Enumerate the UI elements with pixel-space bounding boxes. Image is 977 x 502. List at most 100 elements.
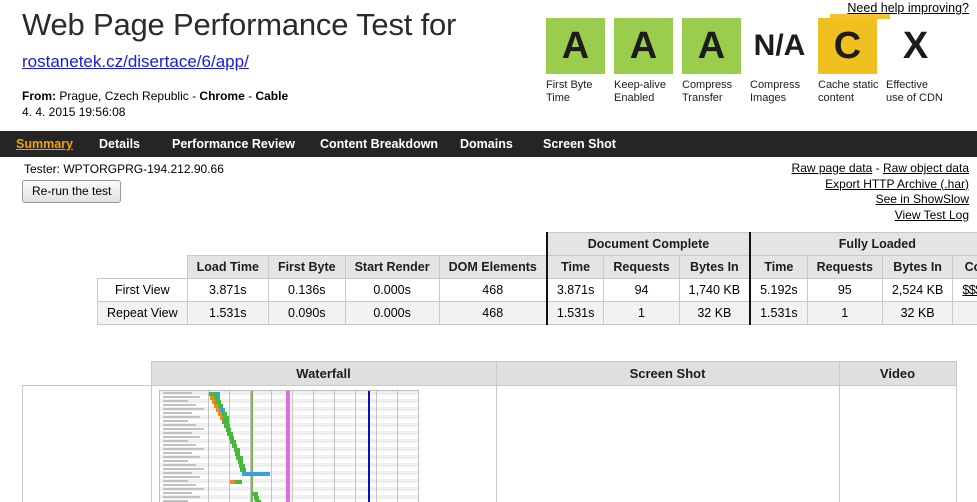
waterfall-gridline — [228, 391, 230, 502]
nav-tab-details[interactable]: Details — [99, 137, 140, 151]
table-row-repeat-view: Repeat View 1.531s 0.090s 0.000s 468 1.5… — [97, 301, 977, 325]
rerun-test-button[interactable]: Re-run the test — [22, 180, 122, 203]
from-prefix: From: — [22, 89, 60, 103]
group-blank-sr — [345, 233, 439, 256]
cell-rv-dc-bytes-in: 32 KB — [678, 301, 752, 325]
media-header-waterfall: Waterfall — [150, 361, 497, 386]
grade-badge-4[interactable]: C Cache static content — [818, 18, 886, 105]
waterfall-request-label-mark — [162, 456, 200, 458]
waterfall-request-label-mark — [162, 440, 188, 442]
column-header-dc-bytes-in: Bytes In — [678, 255, 752, 279]
waterfall-request-label-mark — [162, 492, 192, 494]
raw-object-data-link[interactable]: Raw object data — [883, 161, 969, 175]
waterfall-request-label-mark — [162, 424, 196, 426]
waterfall-gridline — [270, 391, 272, 502]
waterfall-request-label-mark — [162, 444, 196, 446]
cell-fv-dc-bytes-in: 1,740 KB — [678, 278, 752, 302]
waterfall-request-label-mark — [162, 472, 192, 474]
waterfall-thumbnail[interactable] — [158, 390, 419, 502]
group-blank-fb — [268, 233, 345, 256]
waterfall-request-label-mark — [162, 448, 204, 450]
raw-page-data-link[interactable]: Raw page data — [792, 161, 873, 175]
grade-letter-2: A — [682, 18, 741, 74]
waterfall-gridline — [312, 391, 314, 502]
cell-rv-cost — [952, 301, 977, 325]
media-cell-video[interactable] — [838, 385, 957, 502]
cell-rv-load-time: 1.531s — [186, 301, 269, 325]
cell-fv-dc-requests: 94 — [603, 278, 680, 302]
from-browser: Chrome — [199, 89, 245, 103]
waterfall-request-label-mark — [162, 488, 204, 490]
waterfall-event-marker-0 — [250, 391, 253, 502]
grade-badge-2[interactable]: A Compress Transfer — [682, 18, 750, 105]
cell-rv-fl-requests: 1 — [806, 301, 883, 325]
waterfall-gridline — [418, 391, 419, 502]
grade-badge-5[interactable]: X Effective use of CDN — [886, 18, 954, 105]
group-header-document-complete: Document Complete — [545, 232, 752, 256]
grade-label-2: Compress Transfer — [682, 79, 733, 104]
grade-letter-3: N/A — [753, 29, 806, 62]
column-header-cost: Cost — [952, 255, 977, 279]
cell-rv-dc-time: 1.531s — [545, 301, 605, 325]
from-separator-1: - — [188, 89, 200, 103]
grade-letter-1: A — [614, 18, 673, 74]
nav-tab-domains[interactable]: Domains — [460, 137, 513, 151]
nav-tab-performance-review[interactable]: Performance Review — [172, 137, 295, 151]
media-table-wrapper: Waterfall Screen Shot Video — [22, 361, 957, 502]
cell-rv-start-render: 0.000s — [344, 301, 440, 325]
nav-tab-summary[interactable]: Summary — [16, 137, 73, 151]
waterfall-request-label-mark — [162, 452, 192, 454]
column-header-start-render: Start Render — [344, 255, 440, 279]
cost-link[interactable]: $$$$$ — [962, 283, 977, 297]
grade-letter-5: X — [902, 25, 929, 67]
waterfall-request-label-mark — [162, 396, 200, 398]
table-row-first-view: First View 3.871s 0.136s 0.000s 468 3.87… — [97, 278, 977, 302]
showslow-link[interactable]: See in ShowSlow — [876, 192, 969, 206]
grade-badge-1[interactable]: A Keep-alive Enabled — [614, 18, 682, 105]
tested-url-link[interactable]: rostanetek.cz/disertace/6/app/ — [22, 52, 249, 72]
waterfall-gridline — [333, 391, 335, 502]
grade-badges: A First Byte Time A Keep-alive Enabled A Comp… — [546, 18, 971, 128]
need-help-improving-link[interactable]: Need help improving? — [847, 1, 969, 15]
column-header-blank — [98, 256, 188, 279]
row-label-repeat-view: Repeat View — [97, 301, 188, 325]
page-title: Web Page Performance Test for — [22, 7, 457, 42]
from-location: Prague, Czech Republic — [59, 89, 189, 103]
media-cell-screenshot[interactable] — [495, 385, 840, 502]
column-header-dc-requests: Requests — [603, 255, 680, 279]
waterfall-event-marker-1 — [285, 391, 290, 502]
links-separator: - — [872, 161, 883, 175]
media-table: Waterfall Screen Shot Video — [22, 361, 957, 502]
cell-rv-fl-time: 1.531s — [749, 301, 808, 325]
waterfall-gridline — [207, 391, 209, 502]
media-row — [22, 385, 957, 502]
nav-tab-content-breakdown[interactable]: Content Breakdown — [320, 137, 438, 151]
waterfall-request-label-mark — [162, 404, 196, 406]
group-header-row: Document Complete Fully Loaded — [98, 232, 977, 256]
waterfall-request-label-mark — [162, 416, 200, 418]
column-header-fl-time: Time — [749, 255, 808, 279]
cell-fv-dc-time: 3.871s — [545, 278, 605, 302]
nav-tab-screen-shot[interactable]: Screen Shot — [543, 137, 616, 151]
grade-badge-3[interactable]: N/A Compress Images — [750, 18, 818, 105]
waterfall-gridline — [375, 391, 377, 502]
cell-rv-fl-bytes-in: 32 KB — [881, 301, 954, 325]
view-test-log-link[interactable]: View Test Log — [895, 208, 969, 222]
row-label-first-view: First View — [97, 278, 188, 302]
waterfall-request-label-mark — [162, 480, 188, 482]
grade-letter-4: C — [818, 18, 877, 74]
waterfall-request-label-mark — [162, 496, 200, 498]
grade-label-5: Effective use of CDN — [886, 79, 943, 104]
grade-badge-0[interactable]: A First Byte Time — [546, 18, 614, 105]
waterfall-request-bar-29 — [234, 480, 242, 484]
waterfall-gridline — [291, 391, 293, 502]
export-har-link[interactable]: Export HTTP Archive (.har) — [825, 177, 969, 191]
waterfall-gridline — [396, 391, 398, 502]
media-cell-waterfall[interactable] — [150, 385, 497, 502]
group-blank-load — [187, 233, 268, 256]
media-header-video: Video — [838, 361, 957, 386]
column-header-fl-requests: Requests — [806, 255, 883, 279]
group-blank-dom — [439, 233, 547, 256]
waterfall-request-label-mark — [162, 412, 192, 414]
webpagetest-results-page: Web Page Performance Test for rostanetek… — [0, 0, 977, 502]
